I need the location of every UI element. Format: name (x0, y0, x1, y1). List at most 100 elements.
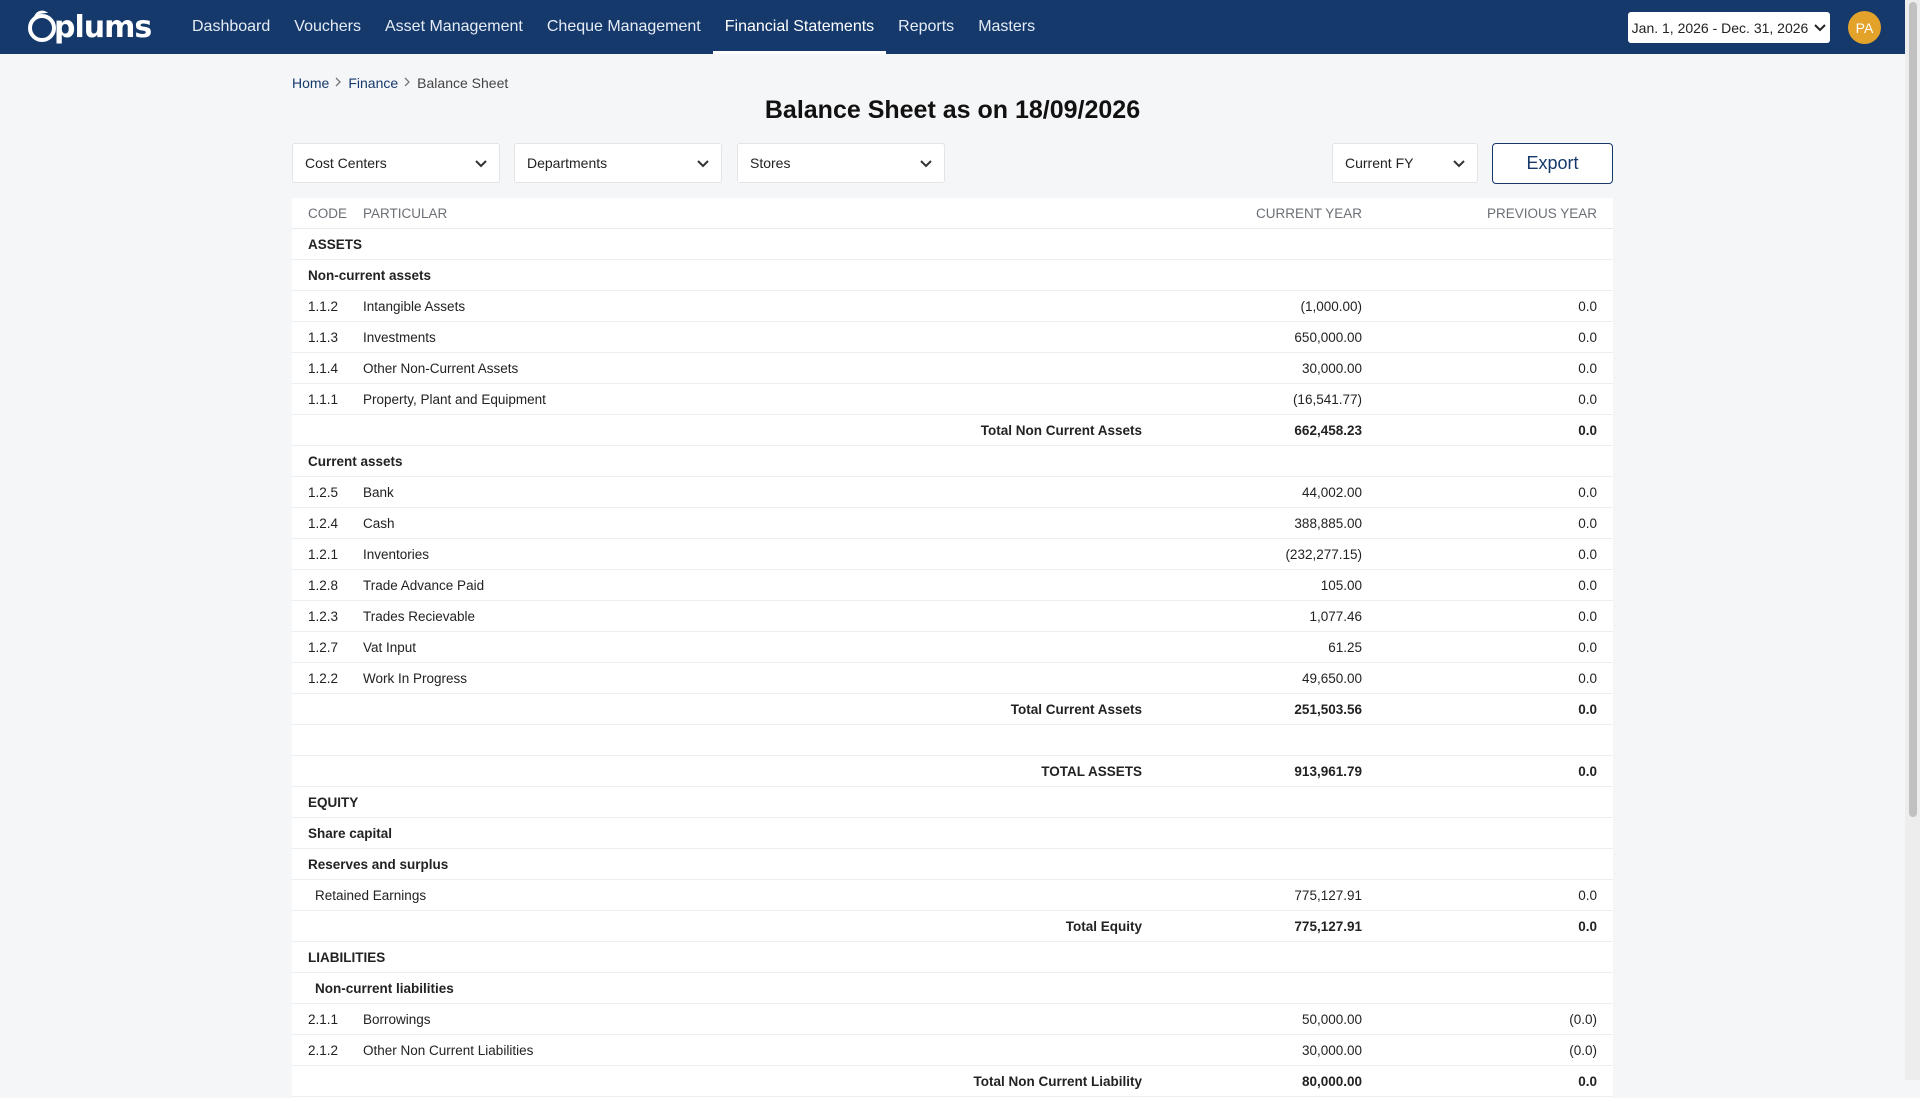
header-current-year: CURRENT YEAR (1142, 198, 1362, 229)
row-particular: Intangible Assets (363, 290, 1142, 322)
row-particular: Work In Progress (363, 662, 1142, 694)
row-code: 1.2.3 (292, 600, 363, 632)
row-particular: Bank (363, 476, 1142, 508)
row-current-year: 388,885.00 (1142, 507, 1362, 539)
row-code: 1.2.2 (292, 662, 363, 694)
plums-logo[interactable]: plums (24, 9, 152, 45)
row-current-year: (16,541.77) (1142, 383, 1362, 415)
total-current-year: 80,000.00 (1142, 1065, 1362, 1097)
breadcrumb-home[interactable]: Home (292, 75, 329, 91)
nav-item-reports[interactable]: Reports (886, 0, 966, 54)
cost-centers-select[interactable]: Cost Centers (292, 143, 500, 183)
departments-select[interactable]: Departments (514, 143, 722, 183)
table-row: 1.2.1 Inventories (232,277.15) 0.0 (292, 538, 1613, 570)
export-button[interactable]: Export (1492, 143, 1613, 184)
date-range-picker[interactable]: Jan. 1, 2026 - Dec. 31, 2026 (1628, 12, 1830, 43)
date-range-label: Jan. 1, 2026 - Dec. 31, 2026 (1631, 19, 1809, 36)
row-code: 1.2.7 (292, 631, 363, 663)
row-code: 1.2.5 (292, 476, 363, 508)
row-code: 2.1.1 (292, 1003, 363, 1035)
table-row: ASSETS (292, 228, 1613, 260)
table-header-row: CODE PARTICULAR CURRENT YEAR PREVIOUS YE… (292, 198, 1613, 229)
row-code: 1.1.1 (292, 383, 363, 415)
nav-item-asset-management[interactable]: Asset Management (373, 0, 535, 54)
table-row: 1.2.7 Vat Input 61.25 0.0 (292, 631, 1613, 663)
logo-text: plums (54, 9, 152, 45)
row-current-year: 30,000.00 (1142, 1034, 1362, 1066)
row-previous-year: 0.0 (1362, 290, 1613, 322)
table-row: Total Non Current Liability 80,000.00 0.0 (292, 1065, 1613, 1097)
table-row: 1.1.1 Property, Plant and Equipment (16,54… (292, 383, 1613, 415)
user-avatar[interactable]: PA (1848, 11, 1881, 44)
row-previous-year: 0.0 (1362, 321, 1613, 353)
stores-select[interactable]: Stores (737, 143, 945, 183)
row-code (292, 910, 363, 942)
total-previous-year: 0.0 (1362, 755, 1613, 787)
cost-centers-label: Cost Centers (305, 155, 387, 171)
chevron-down-icon (475, 155, 487, 171)
stores-label: Stores (750, 155, 791, 171)
nav-item-financial-statements[interactable]: Financial Statements (712, 0, 887, 54)
total-current-year: 662,458.23 (1142, 414, 1362, 446)
table-row: Non-current liabilities (292, 972, 1613, 1004)
header-previous-year: PREVIOUS YEAR (1362, 198, 1613, 229)
avatar-initials: PA (1855, 19, 1874, 36)
group-heading: Share capital (292, 817, 1613, 849)
table-row: LIABILITIES (292, 941, 1613, 973)
table-row: EQUITY (292, 786, 1613, 818)
balance-sheet-table: CODE PARTICULAR CURRENT YEAR PREVIOUS YE… (292, 198, 1613, 1098)
row-particular: Vat Input (363, 631, 1142, 663)
row-code: 2.1.2 (292, 1034, 363, 1066)
breadcrumb-finance[interactable]: Finance (348, 75, 398, 91)
row-current-year: (1,000.00) (1142, 290, 1362, 322)
row-current-year: 50,000.00 (1142, 1003, 1362, 1035)
row-current-year: 49,650.00 (1142, 662, 1362, 694)
total-current-year: 775,127.91 (1142, 910, 1362, 942)
total-previous-year: 0.0 (1362, 910, 1613, 942)
group-heading: Reserves and surplus (292, 848, 1613, 880)
chevron-down-icon (920, 155, 932, 171)
row-particular: Trades Recievable (363, 600, 1142, 632)
table-row: Non-current assets (292, 259, 1613, 291)
scrollbar-thumb[interactable] (1909, 2, 1917, 817)
nav-item-dashboard[interactable]: Dashboard (180, 0, 282, 54)
table-row: 1.1.2 Intangible Assets (1,000.00) 0.0 (292, 290, 1613, 322)
fiscal-year-select[interactable]: Current FY (1332, 143, 1478, 183)
nav-item-cheque-management[interactable]: Cheque Management (535, 0, 713, 54)
row-current-year: 1,077.46 (1142, 600, 1362, 632)
row-particular: Trade Advance Paid (363, 569, 1142, 601)
row-particular: Property, Plant and Equipment (363, 383, 1142, 415)
table-row: Total Non Current Assets 662,458.23 0.0 (292, 414, 1613, 446)
total-label: TOTAL ASSETS (363, 755, 1142, 787)
table-row (292, 724, 1613, 756)
chevron-down-icon (1814, 23, 1827, 32)
row-previous-year: 0.0 (1362, 662, 1613, 694)
row-previous-year: (0.0) (1362, 1034, 1613, 1066)
table-row: 1.2.2 Work In Progress 49,650.00 0.0 (292, 662, 1613, 694)
row-code: 1.2.1 (292, 538, 363, 570)
table-row: 1.2.4 Cash 388,885.00 0.0 (292, 507, 1613, 539)
table-row: Reserves and surplus (292, 848, 1613, 880)
group-heading: Current assets (292, 445, 1613, 477)
row-code: 1.2.4 (292, 507, 363, 539)
row-previous-year: 0.0 (1362, 352, 1613, 384)
blank-row (292, 724, 1613, 756)
row-current-year: 105.00 (1142, 569, 1362, 601)
row-current-year: 44,002.00 (1142, 476, 1362, 508)
page-scrollbar[interactable] (1905, 0, 1920, 1080)
row-particular: Inventories (363, 538, 1142, 570)
table-row: Total Equity 775,127.91 0.0 (292, 910, 1613, 942)
table-row: 1.2.5 Bank 44,002.00 0.0 (292, 476, 1613, 508)
row-code (292, 414, 363, 446)
row-previous-year: 0.0 (1362, 879, 1613, 911)
nav-item-masters[interactable]: Masters (966, 0, 1047, 54)
row-particular: Borrowings (363, 1003, 1142, 1035)
nav-item-vouchers[interactable]: Vouchers (282, 0, 373, 54)
main-nav: Dashboard Vouchers Asset Management Cheque … (180, 0, 1047, 54)
row-code: 1.1.2 (292, 290, 363, 322)
row-current-year: 30,000.00 (1142, 352, 1362, 384)
row-code (292, 755, 363, 787)
total-label: Total Current Assets (363, 693, 1142, 725)
table-row: Total Current Assets 251,503.56 0.0 (292, 693, 1613, 725)
total-label: Total Non Current Assets (363, 414, 1142, 446)
